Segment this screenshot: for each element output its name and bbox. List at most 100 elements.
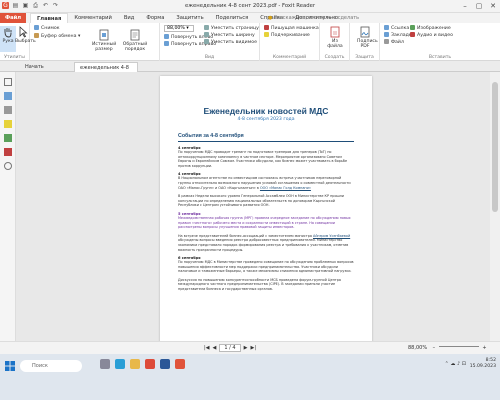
snapshot-button[interactable]: Снимок	[34, 25, 60, 32]
news-item: Дискуссия по повышению конкурентоспособн…	[178, 277, 342, 292]
fit-page-icon	[204, 25, 209, 30]
link-icon	[384, 25, 389, 30]
pdf-from-file-icon	[330, 26, 340, 38]
word-icon[interactable]	[160, 359, 170, 369]
news-item: На встрече представителей бизнес-ассоциа…	[178, 233, 351, 252]
fit-visible-button[interactable]: Уместить видимое	[204, 39, 257, 46]
layers-icon[interactable]	[3, 106, 12, 114]
title-bar: G ▤ ▣ ⎙ ↶ ↷ еженедельник 4-8 сент 2023.p…	[0, 0, 500, 13]
taskbar-search[interactable]: Поиск	[20, 360, 82, 372]
fit-visible-icon	[204, 39, 209, 44]
zoom-in-icon[interactable]: +	[482, 345, 486, 351]
highlight-icon	[264, 32, 269, 37]
maximize-button[interactable]: ▢	[472, 0, 486, 12]
bookmark-icon	[384, 32, 389, 37]
cursor-icon	[19, 26, 28, 38]
image-icon	[410, 25, 415, 30]
taskbar: Поиск ⌃ ☁ ♪ ⊡ 8:52 15.09.2023	[0, 354, 500, 400]
zoom-slider[interactable]	[438, 346, 479, 347]
group-create: Из файла Создать	[320, 23, 350, 61]
section-divider	[178, 141, 354, 142]
image-annotation-button[interactable]: Изображение	[410, 25, 451, 32]
vertical-scrollbar[interactable]	[490, 72, 500, 341]
pdf-page: Еженедельник новостей МДС 4-8 сентября 2…	[160, 76, 372, 341]
page-subtitle: 4-8 сентября 2023 года	[237, 117, 295, 122]
zoom-level[interactable]: 88,00% – +	[408, 345, 487, 351]
minimize-button[interactable]: –	[458, 0, 472, 12]
reflow-icon	[130, 29, 140, 41]
media-icon	[410, 32, 415, 37]
close-button[interactable]: ✕	[486, 0, 500, 12]
system-tray[interactable]: ⌃ ☁ ♪ ⊡	[445, 361, 466, 367]
news-item: 4 сентября По поручению МДС проводит тре…	[178, 146, 348, 168]
from-file-button[interactable]: Из файла	[327, 26, 343, 49]
page-thumbnails-icon[interactable]	[3, 78, 12, 86]
document-view[interactable]: Еженедельник новостей МДС 4-8 сентября 2…	[16, 72, 490, 341]
search-panel-icon[interactable]	[3, 162, 12, 170]
typewriter-button[interactable]: Пишущая машинка	[264, 25, 319, 32]
foxit-icon[interactable]	[175, 359, 185, 369]
document-link[interactable]: Айгерим Усенбаевой	[313, 234, 350, 238]
group-zoom: 88,00% ▾ Повернуть влево Повернуть вправ…	[160, 23, 260, 61]
ribbon-tabs: Файл Главная Комментарий Вид Форма Защит…	[0, 13, 500, 24]
page-navigation: |◀ ◀ 1 / 4 ▶ ▶|	[204, 344, 256, 352]
window-title: еженедельник 4-8 сент 2023.pdf - Foxit R…	[184, 3, 316, 9]
typewriter-icon	[264, 25, 269, 30]
pdf-sign-button[interactable]: Подпись PDF	[357, 26, 378, 49]
task-view-icon[interactable]	[100, 359, 110, 369]
comments-panel-icon[interactable]	[3, 120, 12, 128]
group-utilities: Рука Выбрать Утилиты	[0, 23, 36, 61]
highlight-button[interactable]: Подчеркивание	[264, 32, 310, 39]
tab-start[interactable]: Начать	[20, 62, 49, 72]
ribbon-home: Рука Выбрать Утилиты Снимок Буфер обмена…	[0, 23, 500, 61]
edge-icon[interactable]	[115, 359, 125, 369]
first-page-icon[interactable]: |◀	[204, 345, 210, 351]
document-tabs: Начать еженедельник 4-8 се... ✕	[0, 61, 500, 81]
document-link[interactable]: ООО «Манас Голд Компани»	[260, 186, 311, 190]
prev-page-icon[interactable]: ◀	[213, 345, 217, 351]
news-item: 6 сентября По поручению МДС в Министерст…	[178, 256, 354, 274]
search-placeholder: Расскажите, что нужно сделать	[273, 15, 360, 21]
scrollbar-thumb[interactable]	[492, 82, 498, 212]
fit-width-button[interactable]: Уместить ширину	[204, 32, 255, 39]
windows-start-icon[interactable]	[5, 361, 15, 371]
signature-icon	[360, 26, 370, 38]
navigation-panel	[0, 72, 16, 341]
rotate-right-icon	[164, 41, 169, 46]
section-heading: События за 4-8 сентября	[178, 133, 244, 139]
next-page-icon[interactable]: ▶	[244, 345, 248, 351]
tab-document[interactable]: еженедельник 4-8 се... ✕	[74, 62, 138, 81]
clock[interactable]: 8:52 15.09.2023	[470, 358, 496, 370]
page-actual-icon	[99, 29, 109, 41]
group-view-tools: Снимок Буфер обмена ▾ Истинный размер Об…	[30, 23, 160, 61]
group-protect: Подпись PDF Защита	[350, 23, 380, 61]
group-insert: Ссылка Закладка Файл Изображение Аудио и…	[380, 23, 500, 61]
fit-page-button[interactable]: Уместить страницу	[204, 25, 259, 32]
bookmarks-icon[interactable]	[3, 92, 12, 100]
file-explorer-icon[interactable]	[130, 359, 140, 369]
reflow-button[interactable]: Обратный порядок	[122, 29, 148, 52]
actual-size-button[interactable]: Истинный размер	[92, 29, 116, 52]
rotate-left-icon	[164, 34, 169, 39]
last-page-icon[interactable]: ▶|	[250, 345, 256, 351]
lightbulb-icon: ●	[268, 15, 273, 21]
camera-icon	[34, 25, 39, 30]
paperclip-icon	[384, 39, 389, 44]
chrome-icon[interactable]	[145, 359, 155, 369]
audio-video-button[interactable]: Аудио и видео	[410, 32, 453, 39]
news-item: 5 сентября Межведомственная рабочая груп…	[178, 211, 351, 230]
link-button[interactable]: Ссылка	[384, 25, 409, 32]
zoom-out-icon[interactable]: –	[433, 345, 436, 351]
tell-me-search[interactable]: ● Расскажите, что нужно сделать	[268, 14, 388, 22]
select-tool-button[interactable]: Выбрать	[15, 26, 36, 44]
hand-tool-button[interactable]: Рука	[0, 26, 16, 52]
news-item: В рамках Недели высокого уровня Генераль…	[178, 194, 345, 208]
zoom-select[interactable]: 88,00% ▾	[164, 25, 194, 32]
page-number-input[interactable]: 1 / 4	[219, 344, 241, 352]
file-menu-button[interactable]: Файл	[0, 13, 26, 23]
signatures-icon[interactable]	[3, 148, 12, 156]
file-attach-button[interactable]: Файл	[384, 39, 404, 46]
clipboard-button[interactable]: Буфер обмена ▾	[34, 33, 80, 40]
attachments-icon[interactable]	[3, 134, 12, 142]
fit-width-icon	[204, 32, 209, 37]
